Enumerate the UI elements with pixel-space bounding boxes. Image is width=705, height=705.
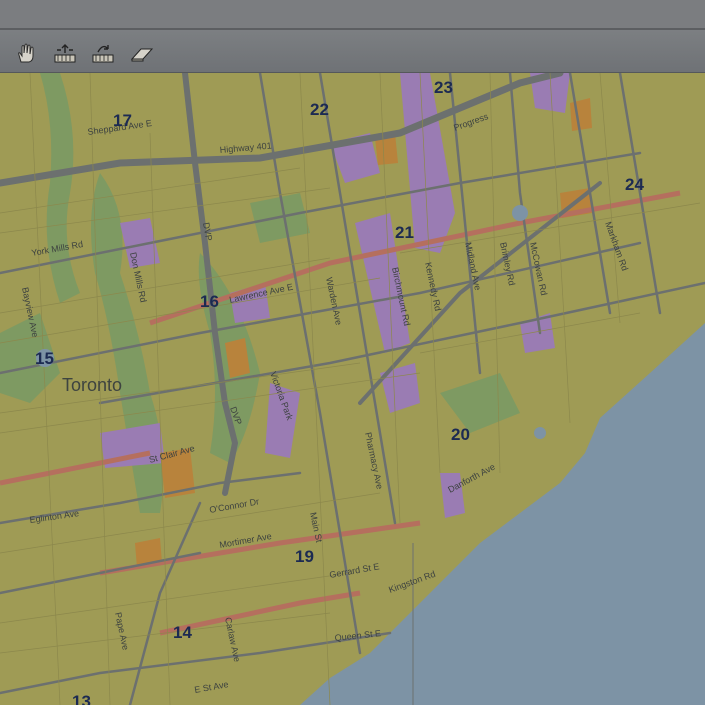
ward-label[interactable]: 24 [625, 175, 644, 194]
ward-label[interactable]: 14 [173, 623, 192, 642]
zoom-extent-icon[interactable] [52, 43, 78, 65]
map-toolbar [0, 30, 705, 73]
ward-label[interactable]: 17 [113, 111, 132, 130]
ward-label[interactable]: 16 [200, 292, 219, 311]
pond [512, 205, 528, 221]
ward-label[interactable]: 22 [310, 100, 329, 119]
pond [534, 427, 546, 439]
ward-label[interactable]: 19 [295, 547, 314, 566]
place-label-toronto: Toronto [62, 375, 122, 395]
ward-label[interactable]: 21 [395, 223, 414, 242]
zoom-previous-icon[interactable] [90, 43, 116, 65]
zoning-map[interactable]: Sheppard Ave E York Mills Rd Lawrence Av… [0, 73, 705, 705]
ward-label[interactable]: 23 [434, 78, 453, 97]
pan-hand-icon[interactable] [13, 43, 39, 65]
eraser-icon[interactable] [129, 43, 155, 65]
ward-label[interactable]: 15 [35, 349, 54, 368]
ward-label[interactable]: 20 [451, 425, 470, 444]
ward-label[interactable]: 13 [72, 692, 91, 705]
window-title-bar [0, 0, 705, 30]
